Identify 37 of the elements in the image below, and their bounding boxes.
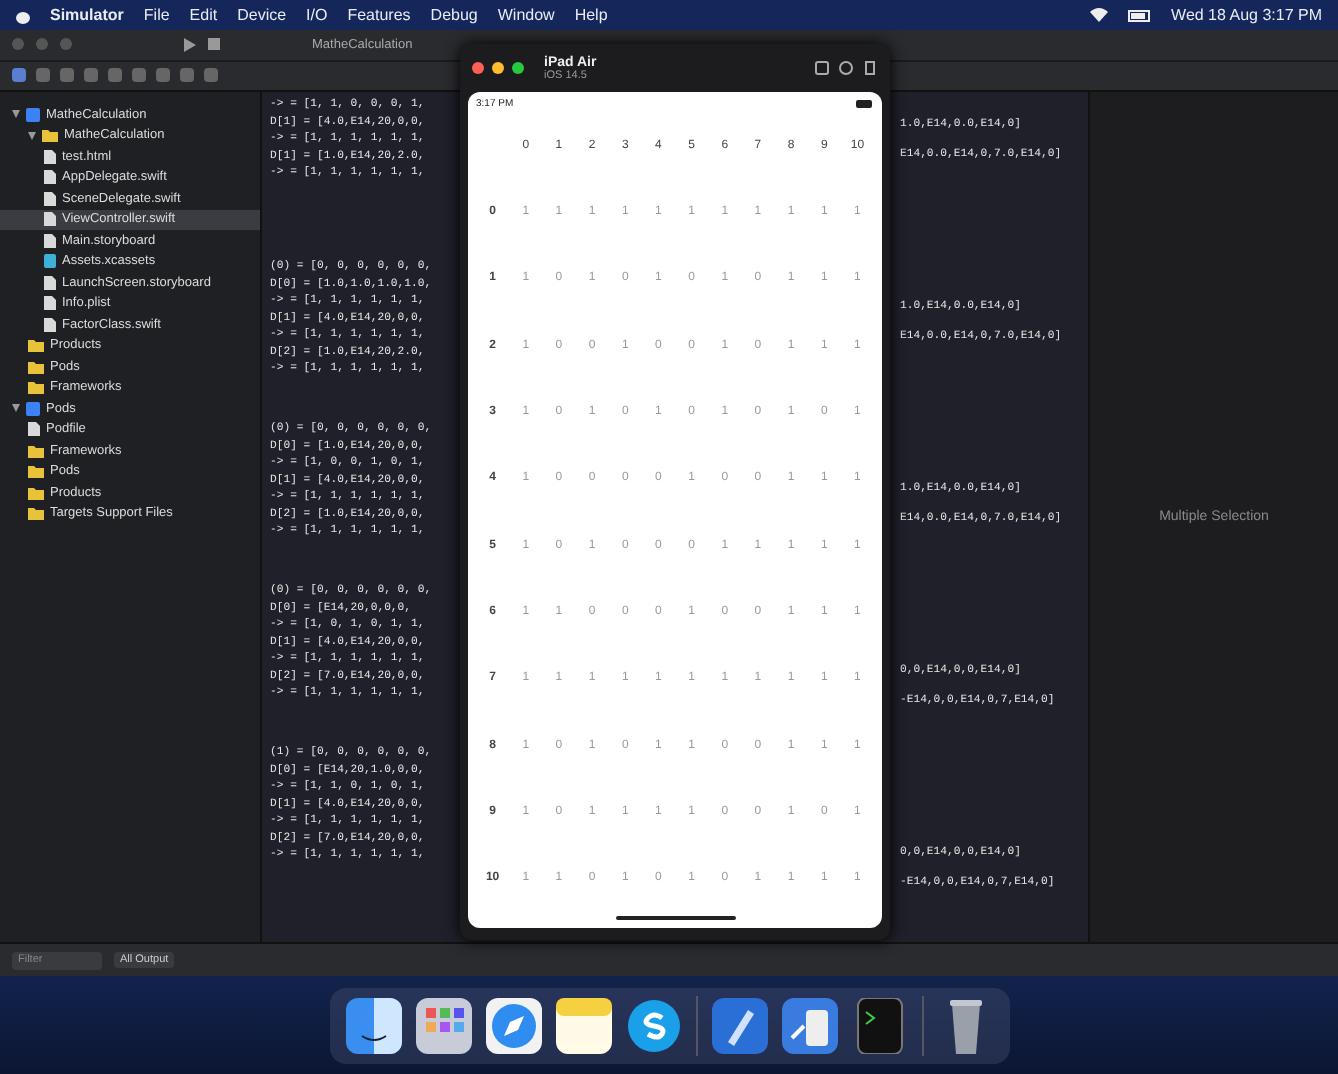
apple-icon[interactable] [16, 7, 30, 23]
hammer-icon[interactable] [711, 997, 767, 1053]
menu-item[interactable]: I/O [306, 6, 328, 24]
simulator-icon[interactable] [781, 997, 837, 1053]
rotate-icon[interactable] [862, 60, 878, 76]
app-grid-icon[interactable] [415, 997, 471, 1053]
disclosure-icon[interactable] [12, 404, 20, 413]
wifi-icon[interactable] [1089, 8, 1108, 22]
compass-icon[interactable] [485, 997, 541, 1053]
menu-item[interactable]: Edit [189, 6, 218, 24]
zoom-icon[interactable] [512, 62, 524, 74]
app-menu[interactable]: Simulator [50, 6, 124, 24]
file-icon [28, 422, 40, 437]
finder-icon[interactable] [345, 997, 401, 1053]
chat-s-icon[interactable] [625, 997, 681, 1053]
assets-icon [44, 254, 56, 269]
folder-icon [42, 128, 58, 143]
notes-icon[interactable] [555, 997, 611, 1053]
disclosure-icon[interactable] [12, 110, 20, 119]
menu-item[interactable]: File [143, 6, 170, 24]
stop-icon[interactable] [208, 38, 220, 51]
menu-item[interactable]: Debug [430, 6, 478, 24]
camera-icon[interactable] [838, 60, 854, 76]
menu-item[interactable]: Window [497, 6, 555, 24]
terminal-icon[interactable] [851, 997, 907, 1053]
menu-bar-clock[interactable]: Wed 18 Aug 3:17 PM [1171, 6, 1322, 24]
close-icon[interactable] [472, 62, 484, 74]
folder-tab-icon[interactable] [12, 68, 26, 83]
minimize-icon[interactable] [492, 62, 504, 74]
project-icon [26, 107, 40, 122]
home-icon[interactable] [814, 60, 830, 76]
run-icon[interactable] [184, 37, 196, 52]
menu-item[interactable]: Device [237, 6, 287, 24]
disclosure-icon[interactable] [28, 131, 36, 140]
menu-item[interactable]: Help [574, 6, 608, 24]
menu-item[interactable]: Features [347, 6, 411, 24]
project-icon [26, 401, 40, 416]
